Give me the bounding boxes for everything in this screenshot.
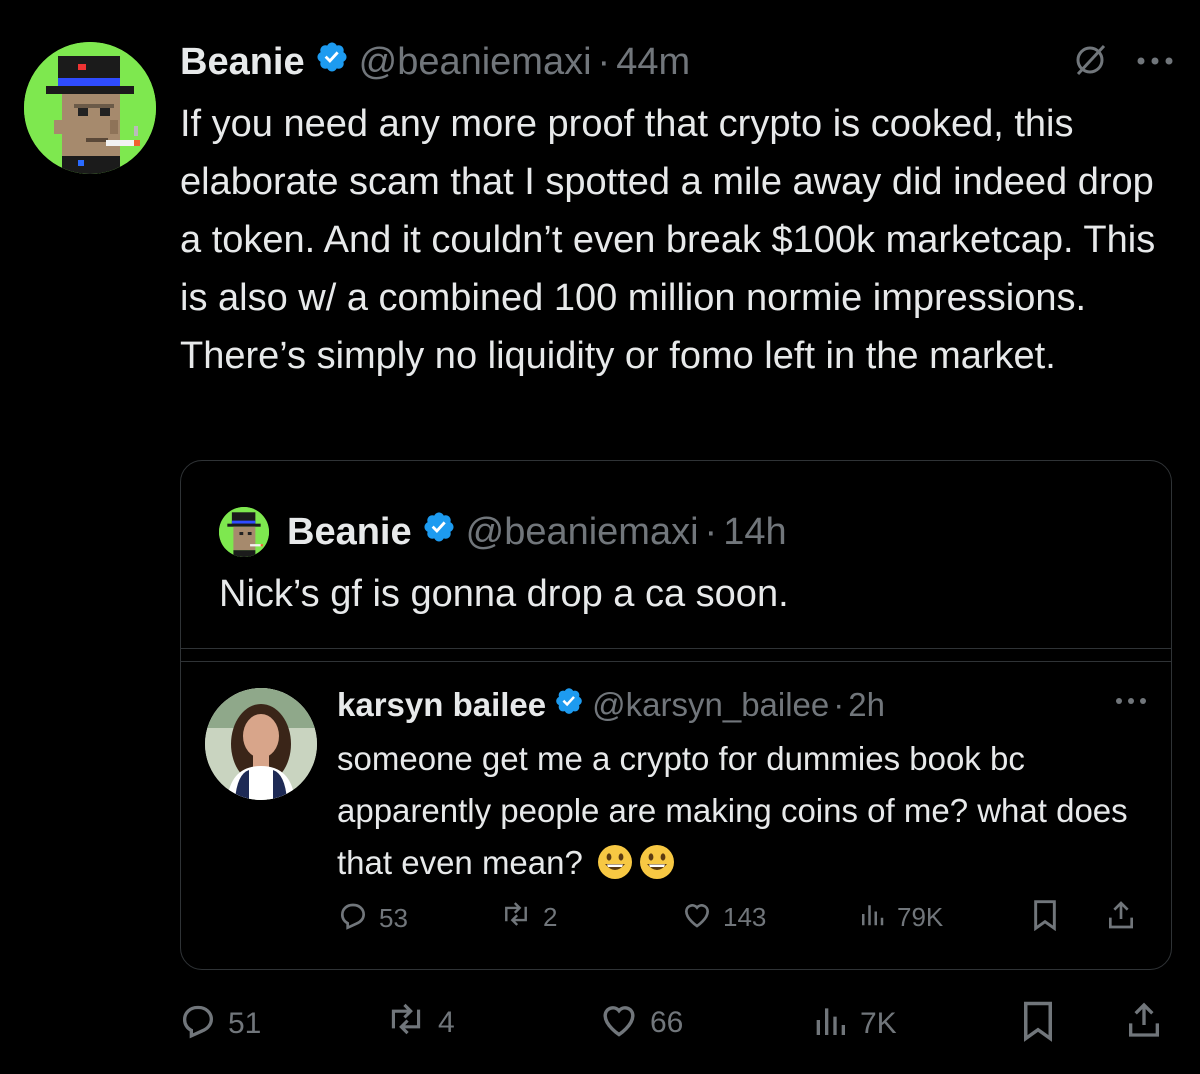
share-icon (1105, 899, 1137, 938)
tweet-header: Beanie @beaniemaxi · 44m (180, 38, 690, 86)
nested-tweet-text: someone get me a crypto for dummies book… (337, 733, 1157, 889)
reply-button[interactable]: 53 (337, 899, 408, 938)
nested-author-name[interactable]: karsyn bailee (337, 686, 546, 724)
quoted-tweet-card[interactable]: Beanie @beaniemaxi · 14h Nick’s gf is go… (180, 460, 1172, 970)
quoted-author-avatar[interactable] (219, 507, 269, 557)
nested-tweet-text-content: someone get me a crypto for dummies book… (337, 740, 1128, 881)
reply-icon (337, 899, 369, 938)
share-button[interactable] (1124, 1000, 1164, 1048)
bookmark-button[interactable] (1020, 1000, 1056, 1050)
share-icon (1124, 1000, 1164, 1048)
reply-icon (178, 1000, 218, 1048)
nested-author-avatar[interactable] (205, 688, 317, 800)
views-icon (857, 899, 887, 936)
views-count: 79K (897, 902, 944, 932)
like-count: 66 (650, 1006, 684, 1039)
bookmark-button[interactable] (1031, 899, 1059, 938)
nested-tweet-time[interactable]: 2h (848, 686, 885, 724)
tweet-time[interactable]: 44m (616, 41, 690, 84)
more-icon[interactable] (1136, 53, 1174, 71)
more-icon[interactable] (1115, 693, 1147, 711)
verified-badge-icon (422, 510, 456, 554)
quoted-tweet-time[interactable]: 14h (723, 511, 786, 554)
reply-count: 53 (379, 903, 408, 933)
quoted-author-name[interactable]: Beanie (287, 511, 412, 554)
like-icon (681, 899, 713, 936)
reply-count: 51 (228, 1007, 262, 1040)
views-button[interactable]: 7K (810, 1000, 897, 1048)
grinning-emoji-icon (596, 843, 634, 881)
bookmark-icon (1031, 899, 1059, 938)
quoted-author-handle[interactable]: @beaniemaxi (466, 511, 699, 554)
quote-divider (181, 648, 1171, 662)
nested-action-bar: 53 2 143 79K (181, 899, 1171, 939)
repost-count: 2 (543, 902, 558, 932)
nested-author-handle[interactable]: @karsyn_bailee (592, 686, 829, 724)
repost-button[interactable]: 2 (499, 899, 557, 936)
author-name[interactable]: Beanie (180, 41, 305, 84)
quoted-tweet-header: Beanie @beaniemaxi · 14h (219, 506, 787, 558)
repost-icon (499, 899, 533, 936)
views-count: 7K (860, 1007, 897, 1040)
quoted-tweet-text: Nick’s gf is gonna drop a ca soon. (219, 573, 789, 615)
views-button[interactable]: 79K (857, 899, 943, 936)
grok-icon[interactable] (1070, 40, 1110, 85)
author-handle[interactable]: @beaniemaxi (359, 41, 592, 84)
tweet-action-bar: 51 4 66 7K (0, 1000, 1200, 1044)
views-icon (810, 1000, 850, 1048)
verified-badge-icon (554, 686, 584, 724)
nested-tweet-header: karsyn bailee @karsyn_bailee · 2h (337, 683, 885, 727)
grinning-emoji-icon (638, 843, 676, 881)
repost-button[interactable]: 4 (384, 1000, 455, 1046)
repost-count: 4 (438, 1006, 455, 1039)
tweet-header-actions (1070, 40, 1174, 84)
share-button[interactable] (1105, 899, 1137, 938)
like-icon (598, 1000, 640, 1046)
verified-badge-icon (315, 40, 349, 84)
author-avatar[interactable] (24, 42, 156, 174)
bookmark-icon (1020, 1000, 1056, 1050)
like-count: 143 (723, 902, 767, 932)
like-button[interactable]: 143 (681, 899, 766, 936)
separator-dot: · (597, 40, 611, 83)
repost-icon (384, 1000, 428, 1046)
separator-dot: · (833, 686, 845, 723)
tweet-text: If you need any more proof that crypto i… (180, 103, 1156, 377)
separator-dot: · (704, 510, 718, 553)
like-button[interactable]: 66 (598, 1000, 683, 1046)
reply-button[interactable]: 51 (178, 1000, 261, 1048)
